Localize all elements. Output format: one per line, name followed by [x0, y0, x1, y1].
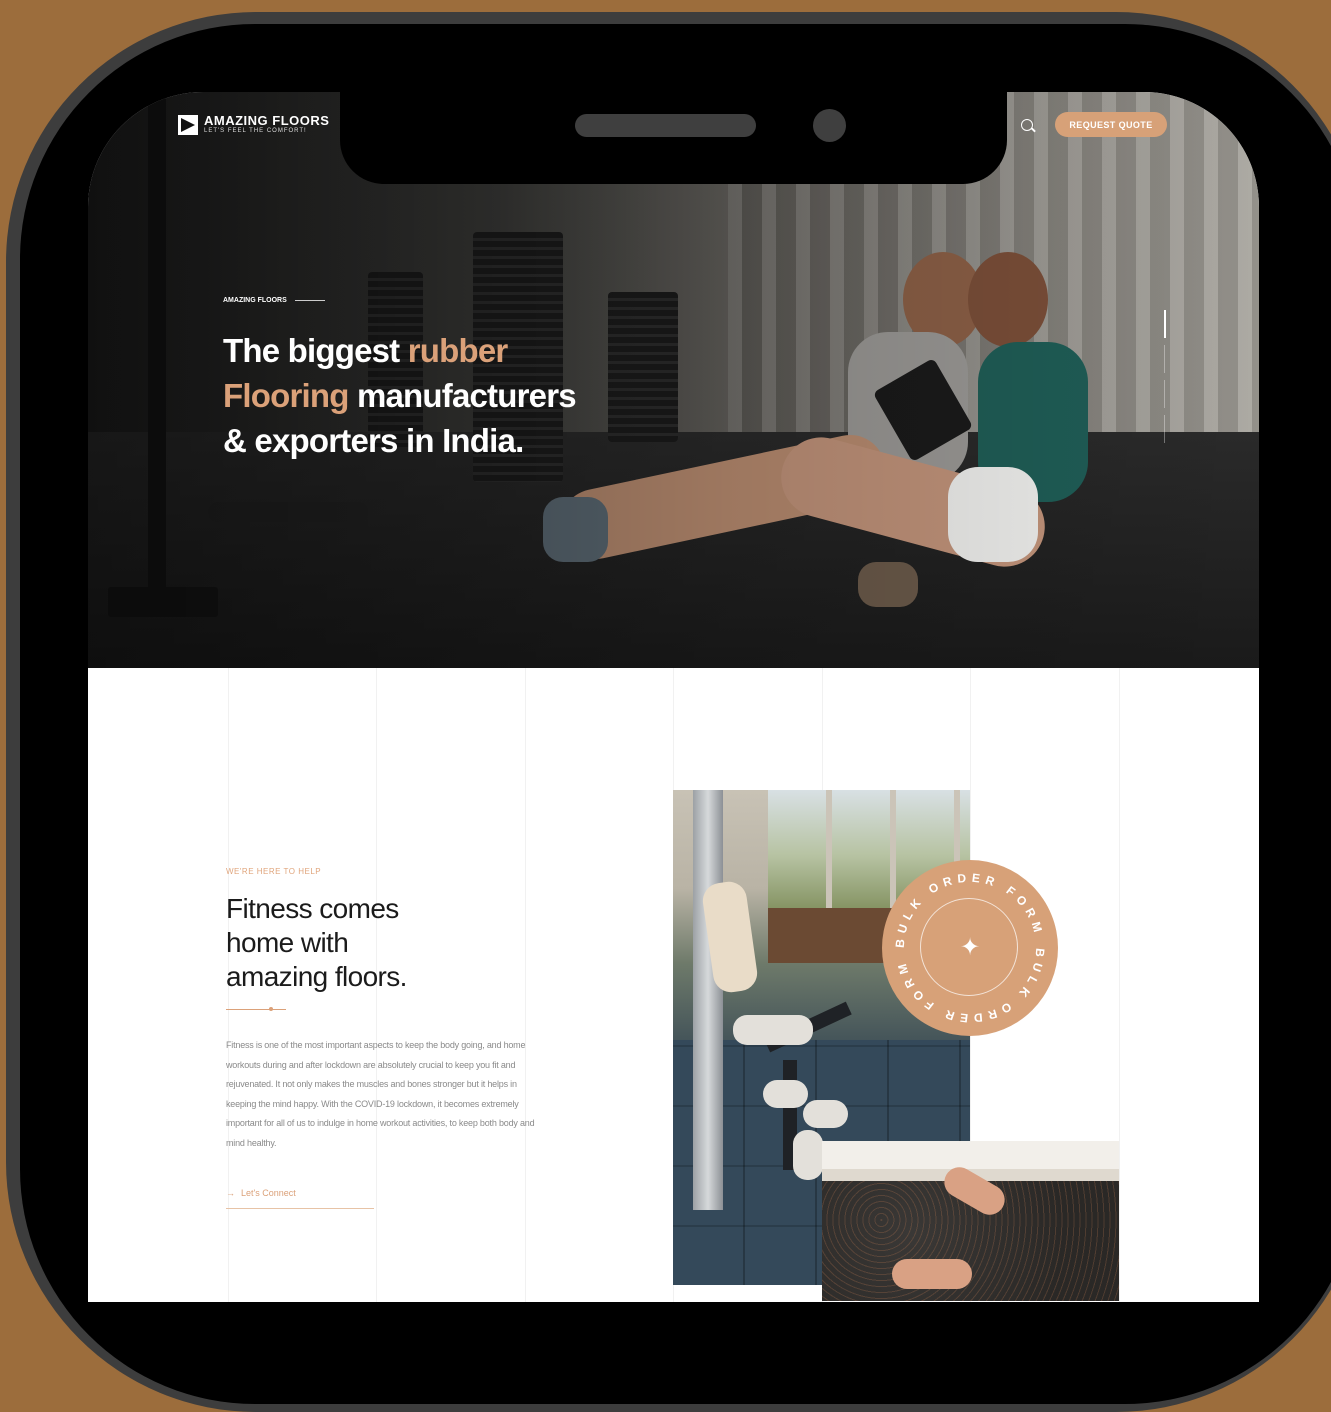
- headline-text: & exporters in India.: [223, 422, 524, 459]
- section-divider: [226, 1007, 286, 1011]
- lets-connect-label: Let's Connect: [241, 1188, 296, 1198]
- request-quote-button[interactable]: REQUEST QUOTE: [1055, 112, 1167, 137]
- brand-logo[interactable]: AMAZING FLOORS LET'S FEEL THE COMFORT!: [178, 114, 329, 135]
- gym-photo-pad: [803, 1100, 848, 1128]
- phone-notch: [340, 92, 1007, 184]
- gym-photo-pad: [793, 1130, 823, 1180]
- logo-name: AMAZING FLOORS: [204, 113, 330, 128]
- front-camera: [813, 109, 846, 142]
- headline-accent: Flooring: [223, 377, 349, 414]
- logo-icon: [178, 114, 198, 135]
- section-title-line: Fitness comes: [226, 893, 399, 924]
- sparkle-icon: ✦: [959, 934, 981, 961]
- logo-tagline: LET'S FEEL THE COMFORT!: [204, 128, 307, 134]
- hero-eyebrow-label: AMAZING FLOORS: [223, 297, 287, 304]
- bulk-order-badge[interactable]: BULK ORDER FORM BULK ORDER FORM ✦: [882, 860, 1058, 1036]
- phone-screen: AMAZING FLOORS LET'S FEEL THE COMFORT! R…: [88, 92, 1259, 1302]
- slide-indicator[interactable]: [1164, 345, 1165, 373]
- slider-pagination: [1164, 310, 1166, 450]
- section-eyebrow: WE'RE HERE TO HELP: [226, 867, 322, 876]
- headline-text: manufacturers: [348, 377, 577, 414]
- hero-headline: The biggest rubber Flooring manufacturer…: [223, 328, 577, 463]
- section-title-line: amazing floors.: [226, 961, 407, 992]
- slide-indicator[interactable]: [1164, 380, 1165, 408]
- gym-photo-pad: [733, 1015, 813, 1045]
- floor-photo-hand: [892, 1259, 972, 1289]
- headline-accent: rubber: [407, 332, 509, 369]
- slide-indicator[interactable]: [1164, 310, 1166, 338]
- eyebrow-line: [294, 300, 325, 301]
- headline-text: The biggest: [223, 332, 408, 369]
- section-title: Fitness comes home with amazing floors.: [226, 892, 486, 994]
- section-body: Fitness is one of the most important asp…: [226, 1040, 535, 1148]
- gym-photo-machine: [693, 790, 723, 1210]
- floor-install-photo: [822, 1141, 1119, 1301]
- hero-eyebrow: AMAZING FLOORS: [223, 297, 325, 304]
- logo-text: AMAZING FLOORS LET'S FEEL THE COMFORT!: [204, 114, 329, 135]
- gym-photo-pad: [763, 1080, 808, 1108]
- search-icon[interactable]: [1021, 119, 1033, 131]
- arrow-right-icon: →: [226, 1188, 235, 1198]
- section-title-line: home with: [226, 927, 349, 958]
- slide-indicator[interactable]: [1164, 415, 1165, 443]
- lets-connect-link[interactable]: → Let's Connect: [226, 1188, 374, 1209]
- speaker-grille: [575, 114, 756, 137]
